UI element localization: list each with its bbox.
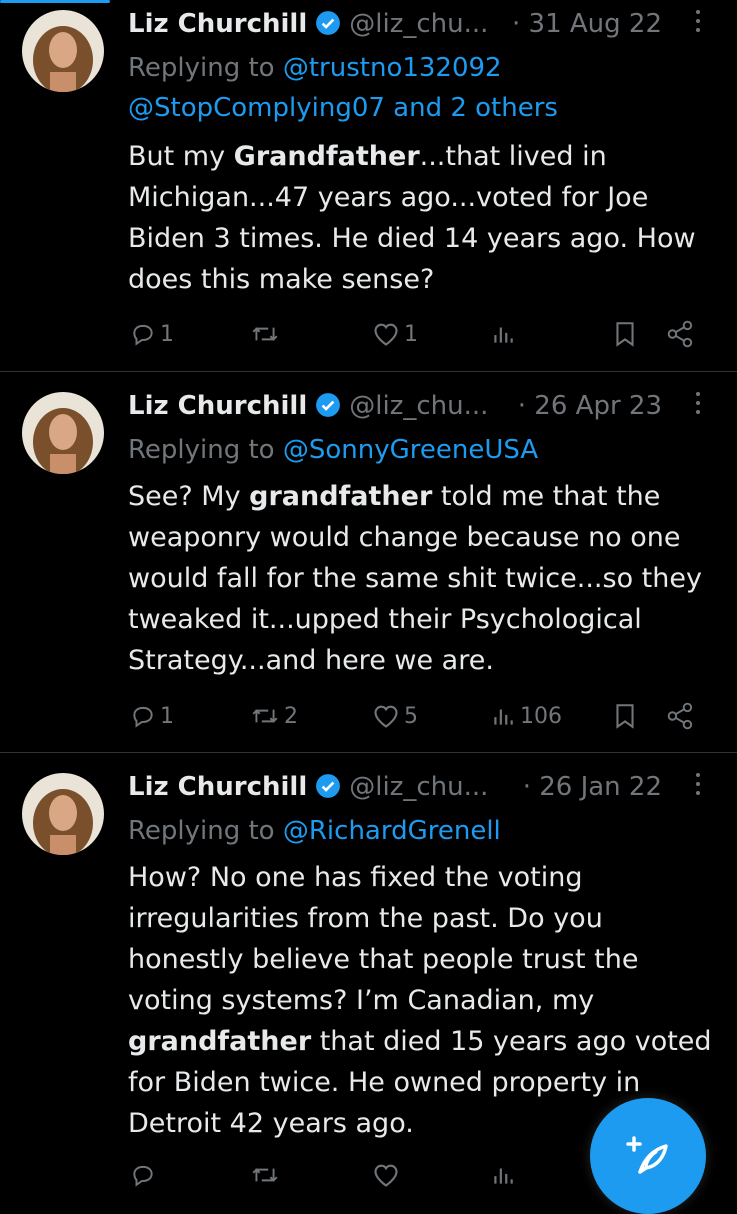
reply-icon [133, 1165, 153, 1187]
like-button[interactable]: 1 [372, 314, 418, 354]
tweet-text-part: See? My [128, 481, 250, 512]
share-icon [667, 320, 693, 348]
reply-button[interactable]: 1 [130, 314, 174, 354]
compose-feather-icon [626, 1136, 668, 1174]
tweet-actions: 1 1 [0, 314, 737, 354]
bookmark-button[interactable] [612, 314, 638, 354]
retweet-button[interactable] [250, 1155, 284, 1195]
avatar[interactable] [22, 773, 104, 855]
reply-icon [133, 324, 153, 346]
heart-icon [374, 705, 398, 728]
compose-button[interactable] [590, 1098, 706, 1214]
like-button[interactable]: 5 [372, 696, 418, 736]
display-name[interactable]: Liz Churchill [128, 772, 307, 802]
reply-button[interactable]: 1 [130, 696, 174, 736]
reply-button[interactable] [130, 1155, 160, 1195]
tweet-text-part: But my [128, 141, 234, 172]
reply-icon [133, 706, 153, 728]
tweet-text: See? My grandfather told me that the wea… [128, 476, 718, 681]
retweet-button[interactable] [250, 314, 284, 354]
replying-prefix: Replying to [128, 435, 283, 465]
mention-link[interactable]: @SonnyGreeneUSA [283, 435, 538, 465]
like-count: 5 [404, 703, 418, 729]
views-count: 106 [520, 703, 562, 729]
verified-badge-icon [315, 388, 341, 432]
mention-link[interactable]: @RichardGrenell [283, 816, 501, 846]
tweet[interactable]: Liz Churchill @liz_chu... · 31 Aug 22 Rep… [0, 0, 737, 370]
tweet-date[interactable]: · 31 Aug 22 [512, 2, 662, 46]
share-icon [667, 702, 693, 730]
replying-prefix: Replying to [128, 53, 283, 83]
tweet-divider [0, 752, 737, 753]
avatar[interactable] [22, 10, 104, 92]
retweet-button[interactable]: 2 [250, 696, 298, 736]
replying-to: Replying to @SonnyGreeneUSA [128, 430, 708, 470]
retweet-icon [252, 1168, 278, 1182]
reply-count: 1 [160, 321, 174, 347]
bookmark-icon [616, 704, 634, 729]
share-button[interactable] [666, 696, 696, 736]
more-dots-icon[interactable] [695, 392, 701, 422]
like-count: 1 [404, 321, 418, 347]
avatar[interactable] [22, 392, 104, 474]
views-icon [494, 1168, 513, 1184]
views-button[interactable] [490, 1155, 520, 1195]
user-handle[interactable]: @liz_chu... [349, 772, 488, 802]
display-name[interactable]: Liz Churchill [128, 9, 307, 39]
tweet-date[interactable]: · 26 Jan 22 [523, 765, 662, 809]
user-handle[interactable]: @liz_chu... [349, 391, 488, 421]
retweet-icon [252, 709, 278, 723]
like-button[interactable] [372, 1155, 404, 1195]
more-dots-icon[interactable] [695, 773, 701, 803]
tweet-text: But my Grandfather...that lived in Michi… [128, 136, 718, 300]
display-name[interactable]: Liz Churchill [128, 391, 307, 421]
mention-link[interactable]: @StopComplying07 and 2 others [128, 93, 558, 123]
tweet-date[interactable]: · 26 Apr 23 [518, 384, 662, 428]
replying-prefix: Replying to [128, 816, 283, 846]
verified-badge-icon [315, 769, 341, 813]
views-icon [494, 709, 513, 725]
mention-link[interactable]: @trustno132092 [283, 53, 502, 83]
views-button[interactable]: 106 [490, 696, 562, 736]
views-button[interactable] [490, 314, 520, 354]
tweet-text-bold: grandfather [128, 1026, 312, 1057]
tweet-actions: 1 2 5 106 [0, 696, 737, 736]
views-icon [494, 327, 513, 343]
retweet-icon [252, 327, 278, 341]
tweet-text-bold: Grandfather [233, 141, 420, 172]
replying-to: Replying to @trustno132092 @StopComplyin… [128, 48, 708, 128]
replying-to: Replying to @RichardGrenell [128, 811, 708, 851]
heart-icon [374, 323, 398, 346]
bookmark-icon [616, 322, 634, 347]
bookmark-button[interactable] [612, 696, 638, 736]
tweet-divider [0, 371, 737, 372]
share-button[interactable] [666, 314, 696, 354]
tweet-text-bold: grandfather [249, 481, 433, 512]
retweet-count: 2 [284, 703, 298, 729]
reply-count: 1 [160, 703, 174, 729]
more-dots-icon[interactable] [695, 10, 701, 40]
user-handle[interactable]: @liz_chu... [349, 9, 488, 39]
verified-badge-icon [315, 6, 341, 50]
heart-icon [374, 1164, 398, 1187]
tweet-text-part: How? No one has fixed the voting irregul… [128, 862, 639, 1016]
tweet[interactable]: Liz Churchill @liz_chu... · 26 Apr 23 Rep… [0, 384, 737, 750]
